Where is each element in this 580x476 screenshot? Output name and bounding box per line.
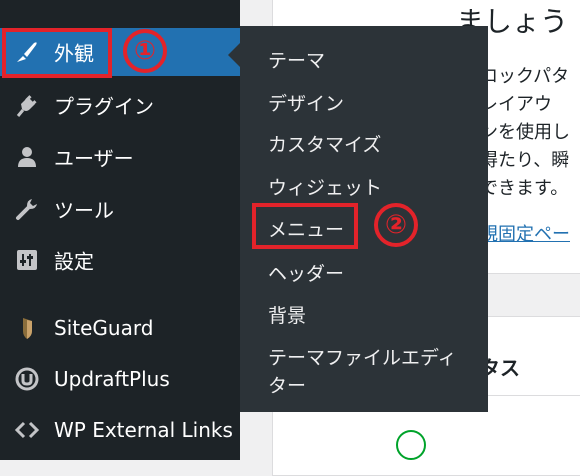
submenu-item-theme-file-editor[interactable]: テーマファイルエディ xyxy=(268,343,457,370)
submenu-item-editor[interactable]: デザイン xyxy=(268,89,344,116)
sidebar-item-label: ユーザー xyxy=(54,146,134,171)
annotation-box-appearance xyxy=(2,28,112,78)
annotation-step-2: ② xyxy=(374,203,418,247)
external-links-icon xyxy=(14,417,40,443)
sidebar-item-label: 設定 xyxy=(54,249,94,274)
user-icon xyxy=(14,144,40,170)
welcome-text-line-3: ンを使用し xyxy=(480,122,570,143)
sidebar-item-label: プラグイン xyxy=(54,94,154,119)
siteguard-icon xyxy=(14,315,40,341)
sidebar-item-label: UpdraftPlus xyxy=(54,367,170,391)
wrench-icon xyxy=(14,196,40,222)
status-ring-icon xyxy=(396,430,426,460)
sidebar-item-updraftplus[interactable]: UpdraftPlus xyxy=(0,355,240,403)
sidebar-item-label: SiteGuard xyxy=(54,316,154,340)
annotation-step-1: ① xyxy=(123,29,167,73)
welcome-text-line-5: できます。 xyxy=(480,178,569,199)
submenu-item-header[interactable]: ヘッダー xyxy=(268,259,344,286)
updraftplus-icon xyxy=(14,366,40,392)
annotation-box-menus xyxy=(252,203,358,249)
sidebar-item-label: ツール xyxy=(54,198,114,223)
sidebar-item-settings[interactable]: 設定 xyxy=(0,236,240,284)
welcome-text-line-1: ロックパタ xyxy=(480,66,570,87)
submenu-item-customize[interactable]: カスタマイズ xyxy=(268,130,381,157)
sidebar-item-users[interactable]: ユーザー xyxy=(0,133,240,181)
plug-icon xyxy=(14,92,40,118)
sidebar-item-label: WP External Links xyxy=(54,418,233,442)
submenu-item-widgets[interactable]: ウィジェット xyxy=(268,173,382,200)
sidebar-item-tools[interactable]: ツール xyxy=(0,185,240,233)
new-page-link[interactable]: 規固定ペー xyxy=(480,220,570,246)
submenu-item-themes[interactable]: テーマ xyxy=(268,46,325,73)
submenu-item-theme-file-editor-line2[interactable]: ター xyxy=(268,371,306,398)
sliders-icon xyxy=(14,247,40,273)
sidebar-item-siteguard[interactable]: SiteGuard xyxy=(0,304,240,352)
flyout-pointer xyxy=(228,43,240,67)
welcome-text-line-2: レイアウ xyxy=(480,94,552,115)
sidebar-item-plugins[interactable]: プラグイン xyxy=(0,81,240,129)
sidebar-item-wp-external-links[interactable]: WP External Links xyxy=(0,406,240,454)
submenu-item-background[interactable]: 背景 xyxy=(268,301,306,328)
card-collapse-toggle[interactable] xyxy=(570,334,580,394)
welcome-text-line-4: 得たり、瞬 xyxy=(480,150,570,171)
